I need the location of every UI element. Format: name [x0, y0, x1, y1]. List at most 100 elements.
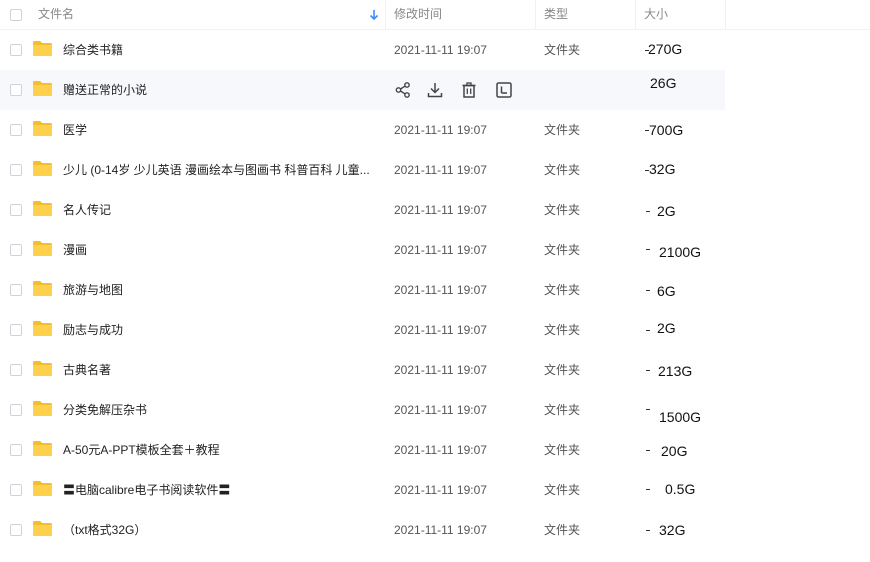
file-name[interactable]: 少儿 (0-14岁 少儿英语 漫画绘本与图画书 科普百科 儿童... — [63, 150, 370, 190]
folder-icon — [33, 521, 52, 536]
size-dash — [646, 330, 650, 331]
file-name[interactable]: 旅游与地图 — [63, 270, 123, 310]
folder-icon — [33, 121, 52, 136]
share-icon[interactable] — [394, 81, 412, 99]
file-row[interactable]: 综合类书籍 2021-11-11 19:07 文件夹 270G — [0, 30, 870, 70]
folder-icon — [33, 201, 52, 216]
folder-icon — [33, 401, 52, 416]
select-all-checkbox[interactable] — [10, 9, 22, 21]
row-checkbox[interactable] — [10, 204, 22, 216]
file-type: 文件夹 — [544, 203, 581, 217]
file-row[interactable]: 励志与成功 2021-11-11 19:07 文件夹 2G — [0, 310, 870, 350]
size-dash — [646, 290, 650, 291]
folder-icon — [33, 361, 52, 376]
column-header-type[interactable]: 类型 — [544, 0, 568, 29]
row-checkbox[interactable] — [10, 524, 22, 536]
file-type: 文件夹 — [544, 403, 581, 417]
modified-time: 2021-11-11 19:07 — [394, 243, 487, 257]
file-row[interactable]: 医学 2021-11-11 19:07 文件夹 700G — [0, 110, 870, 150]
column-divider — [385, 0, 386, 29]
row-checkbox[interactable] — [10, 324, 22, 336]
file-type: 文件夹 — [544, 443, 581, 457]
file-row-hovered[interactable]: 赠送正常的小说 26G — [0, 70, 725, 110]
size-dash — [646, 211, 650, 212]
file-list-header: 文件名 修改时间 类型 大小 — [0, 0, 870, 30]
file-type: 文件夹 — [544, 523, 581, 537]
size-dash — [646, 409, 650, 410]
folder-icon — [33, 41, 52, 56]
file-row[interactable]: 分类免解压杂书 2021-11-11 19:07 文件夹 1500G — [0, 390, 870, 430]
file-type: 文件夹 — [544, 43, 581, 57]
size-dash — [646, 530, 650, 531]
row-checkbox[interactable] — [10, 164, 22, 176]
file-name[interactable]: 名人传记 — [63, 190, 111, 230]
folder-icon — [33, 481, 52, 496]
row-checkbox[interactable] — [10, 364, 22, 376]
column-divider — [725, 0, 726, 29]
modified-time: 2021-11-11 19:07 — [394, 523, 487, 537]
size-dash — [646, 370, 650, 371]
file-row[interactable]: 〓电脑calibre电子书阅读软件〓 2021-11-11 19:07 文件夹 … — [0, 470, 870, 510]
file-row[interactable]: 漫画 2021-11-11 19:07 文件夹 2100G — [0, 230, 870, 270]
modified-time: 2021-11-11 19:07 — [394, 403, 487, 417]
sort-arrow-icon[interactable] — [368, 8, 380, 22]
download-icon[interactable] — [426, 81, 444, 99]
column-header-modified[interactable]: 修改时间 — [394, 0, 442, 29]
size-dash — [646, 489, 650, 490]
folder-icon — [33, 81, 52, 96]
file-name[interactable]: 分类免解压杂书 — [63, 390, 147, 430]
file-row[interactable]: （txt格式32G） 2021-11-11 19:07 文件夹 32G — [0, 510, 870, 550]
file-row[interactable]: 旅游与地图 2021-11-11 19:07 文件夹 6G — [0, 270, 870, 310]
file-name[interactable]: 漫画 — [63, 230, 87, 270]
size-dash — [646, 249, 650, 250]
column-header-size[interactable]: 大小 — [644, 0, 668, 29]
modified-time: 2021-11-11 19:07 — [394, 283, 487, 297]
file-name[interactable]: （txt格式32G） — [63, 510, 146, 550]
file-type: 文件夹 — [544, 323, 581, 337]
modified-time: 2021-11-11 19:07 — [394, 443, 487, 457]
row-checkbox[interactable] — [10, 124, 22, 136]
modified-time: 2021-11-11 19:07 — [394, 323, 487, 337]
folder-icon — [33, 161, 52, 176]
column-header-filename[interactable]: 文件名 — [38, 0, 74, 29]
delete-icon[interactable] — [460, 81, 478, 99]
modified-time: 2021-11-11 19:07 — [394, 43, 487, 57]
file-name[interactable]: 励志与成功 — [63, 310, 123, 350]
row-checkbox[interactable] — [10, 44, 22, 56]
modified-time: 2021-11-11 19:07 — [394, 483, 487, 497]
folder-icon — [33, 441, 52, 456]
file-row[interactable]: 名人传记 2021-11-11 19:07 文件夹 2G — [0, 190, 870, 230]
modified-time: 2021-11-11 19:07 — [394, 363, 487, 377]
size-dash — [646, 450, 650, 451]
file-name[interactable]: 医学 — [63, 110, 87, 150]
file-name[interactable]: 〓电脑calibre电子书阅读软件〓 — [63, 470, 230, 510]
row-checkbox[interactable] — [10, 84, 22, 96]
modified-time: 2021-11-11 19:07 — [394, 163, 487, 177]
row-checkbox[interactable] — [10, 244, 22, 256]
row-checkbox[interactable] — [10, 444, 22, 456]
file-row[interactable]: 少儿 (0-14岁 少儿英语 漫画绘本与图画书 科普百科 儿童... 2021-… — [0, 150, 870, 190]
file-row[interactable]: A-50元A-PPT模板全套＋教程 2021-11-11 19:07 文件夹 2… — [0, 430, 870, 470]
column-divider — [535, 0, 536, 29]
file-name[interactable]: 赠送正常的小说 — [63, 70, 147, 110]
folder-icon — [33, 281, 52, 296]
file-type: 文件夹 — [544, 483, 581, 497]
file-row[interactable]: 古典名著 2021-11-11 19:07 文件夹 213G — [0, 350, 870, 390]
file-name[interactable]: 古典名著 — [63, 350, 111, 390]
file-type: 文件夹 — [544, 123, 581, 137]
file-type: 文件夹 — [544, 363, 581, 377]
file-name[interactable]: A-50元A-PPT模板全套＋教程 — [63, 430, 220, 470]
folder-icon — [33, 321, 52, 336]
more-icon[interactable] — [495, 81, 513, 99]
file-type: 文件夹 — [544, 163, 581, 177]
file-size: 26G — [650, 75, 677, 91]
row-checkbox[interactable] — [10, 284, 22, 296]
row-checkbox[interactable] — [10, 404, 22, 416]
file-size: 32G — [659, 522, 686, 538]
modified-time: 2021-11-11 19:07 — [394, 123, 487, 137]
modified-time: 2021-11-11 19:07 — [394, 203, 487, 217]
column-divider — [635, 0, 636, 29]
file-type: 文件夹 — [544, 243, 581, 257]
file-name[interactable]: 综合类书籍 — [63, 30, 123, 70]
row-checkbox[interactable] — [10, 484, 22, 496]
